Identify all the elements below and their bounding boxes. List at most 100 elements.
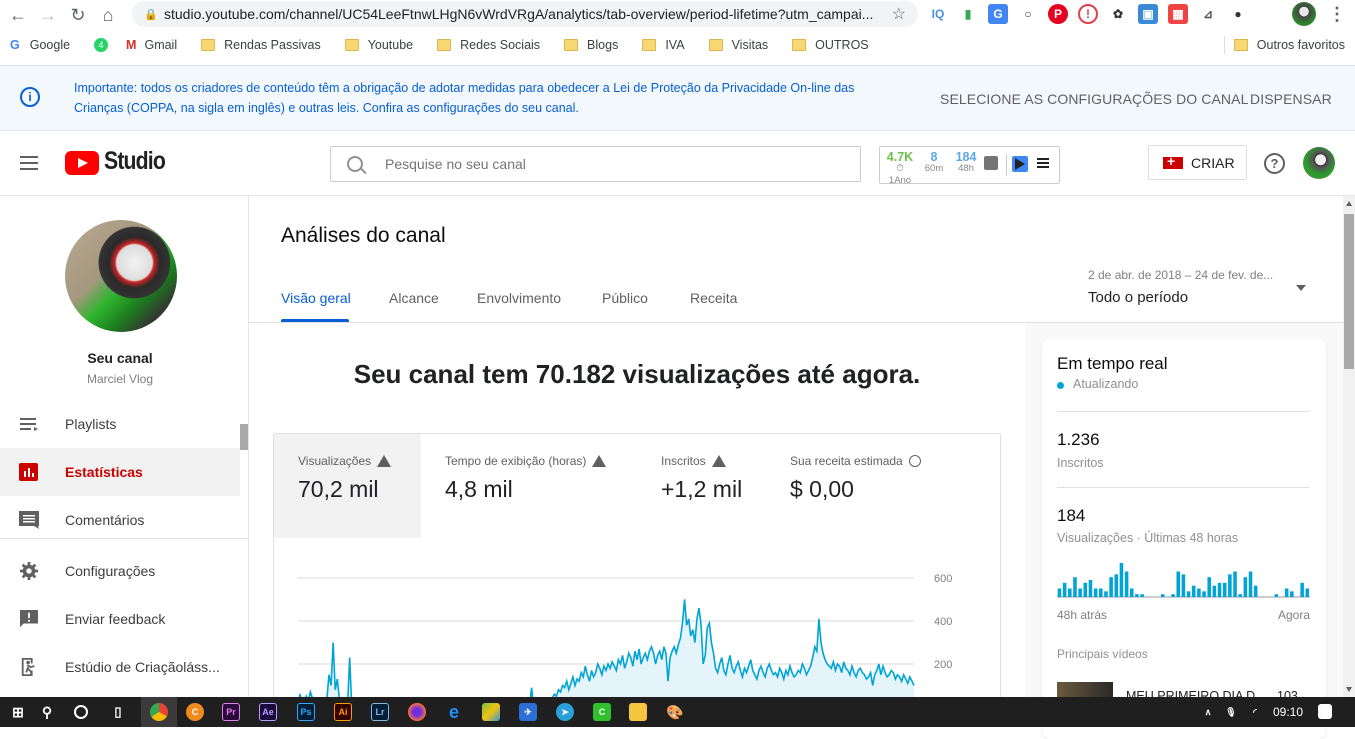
date-range-select[interactable]: Todo o período — [1088, 289, 1188, 306]
edge-icon[interactable]: e — [445, 702, 463, 722]
hourly-bar[interactable] — [1124, 571, 1129, 598]
bluestacks-icon[interactable] — [482, 703, 500, 721]
translate-icon[interactable]: G — [988, 4, 1008, 24]
chevron-up-icon[interactable]: ∧ — [1199, 703, 1217, 721]
alert-icon[interactable]: ! — [1078, 4, 1098, 24]
hourly-bar[interactable] — [1062, 582, 1067, 597]
metric-revenue[interactable]: Sua receita estimada $ 0,00 — [766, 434, 966, 538]
create-button[interactable]: CRIAR — [1148, 145, 1247, 180]
green-c-icon[interactable]: C — [593, 703, 611, 721]
notification-icon[interactable] — [1318, 704, 1332, 719]
pinterest-icon[interactable]: P — [1048, 4, 1068, 24]
tab-overview[interactable]: Visão geral — [281, 290, 351, 306]
metric-watch-time[interactable]: Tempo de exibição (horas) 4,8 mil — [421, 434, 637, 538]
vidiq-play-icon[interactable] — [1012, 156, 1028, 172]
telegram-icon[interactable]: ➤ — [556, 703, 574, 721]
hourly-bar[interactable] — [1181, 574, 1186, 597]
menu-icon[interactable] — [20, 156, 38, 170]
hourly-bar[interactable] — [1300, 582, 1304, 597]
tab-revenue[interactable]: Receita — [690, 290, 737, 306]
sidebar-item-settings[interactable]: Configurações — [0, 547, 240, 595]
hourly-bar[interactable] — [1238, 594, 1242, 597]
hourly-bar[interactable] — [1160, 594, 1165, 597]
hourly-bar[interactable] — [1119, 563, 1124, 597]
hourly-bar[interactable] — [1176, 571, 1181, 598]
bookmark-folder[interactable]: OUTROS — [792, 38, 869, 52]
paw-icon[interactable]: ✿ — [1108, 4, 1128, 24]
task-view-icon[interactable]: ▯ — [109, 703, 127, 721]
sidebar-scrollbar[interactable] — [240, 424, 248, 450]
hourly-bar[interactable] — [1207, 577, 1211, 597]
grid-icon[interactable]: ▦ — [1168, 4, 1188, 24]
sidebar-item-feedback[interactable]: Enviar feedback — [0, 595, 240, 643]
hourly-bar[interactable] — [1129, 588, 1134, 598]
help-icon[interactable]: ? — [1264, 153, 1285, 174]
forward-button[interactable]: → — [36, 3, 60, 27]
balls-icon[interactable]: ● — [1228, 4, 1248, 24]
bar-chart-icon[interactable] — [984, 156, 998, 170]
hourly-bar[interactable] — [1140, 594, 1144, 597]
hourly-bar[interactable] — [1197, 588, 1201, 598]
bookmark-folder[interactable]: Blogs — [564, 38, 618, 52]
hourly-bar[interactable] — [1114, 574, 1119, 597]
hourly-bar[interactable] — [1191, 585, 1196, 597]
bookmark-folder[interactable]: Rendas Passivas — [201, 38, 321, 52]
hourly-bar[interactable] — [1099, 588, 1103, 598]
bookmark-google[interactable]: G Google — [10, 38, 70, 52]
reload-button[interactable]: ↻ — [66, 3, 90, 27]
lightroom-icon[interactable]: Lr — [371, 703, 389, 721]
sidebar-item-analytics[interactable]: Estatísticas — [0, 448, 240, 496]
hourly-bar[interactable] — [1104, 591, 1108, 597]
scrollbar-thumb[interactable] — [1344, 214, 1354, 369]
firefox-icon[interactable] — [408, 703, 426, 721]
hourly-bar[interactable] — [1135, 594, 1139, 597]
bookmark-folder[interactable]: Visitas — [708, 38, 768, 52]
vidiq-icon[interactable]: IQ — [928, 4, 948, 24]
other-bookmarks[interactable]: Outros favoritos — [1233, 38, 1345, 52]
photoshop-icon[interactable]: Ps — [297, 703, 315, 721]
chrome-icon[interactable] — [150, 703, 168, 721]
chrome-profile-avatar[interactable] — [1292, 2, 1316, 26]
hourly-bar[interactable] — [1274, 594, 1279, 597]
hourly-bar[interactable] — [1243, 577, 1248, 597]
paint-icon[interactable]: 🎨 — [666, 703, 684, 721]
premiere-icon[interactable]: Pr — [222, 703, 240, 721]
clock-time[interactable]: 09:10 — [1273, 705, 1303, 719]
hourly-bar[interactable] — [1217, 582, 1222, 597]
sidebar-item-comments[interactable]: Comentários — [0, 496, 240, 544]
sidebar-item-playlists[interactable]: Playlists — [0, 400, 240, 448]
account-avatar[interactable] — [1303, 147, 1335, 179]
realtime-bar-chart[interactable] — [1057, 561, 1310, 599]
tab-engagement[interactable]: Envolvimento — [477, 290, 561, 306]
bookmark-folder[interactable]: Youtube — [344, 38, 413, 52]
metric-subscribers[interactable]: Inscritos +1,2 mil — [637, 434, 766, 538]
chrome-menu-icon[interactable]: ⋮ — [1328, 4, 1346, 25]
address-bar[interactable]: 🔒 studio.youtube.com/channel/UC54LeeFtnw… — [132, 1, 918, 27]
plane-app-icon[interactable]: ✈ — [519, 703, 537, 721]
hourly-bar[interactable] — [1202, 591, 1206, 597]
microphone-icon[interactable]: 🎙 — [1222, 703, 1240, 721]
bookmark-folder[interactable]: Redes Sociais — [437, 38, 540, 52]
hourly-bar[interactable] — [1073, 577, 1077, 597]
tab-audience[interactable]: Público — [602, 290, 648, 306]
hourly-bar[interactable] — [1212, 585, 1217, 597]
after-effects-icon[interactable]: Ae — [259, 703, 277, 721]
sidebar-item-classic-studio[interactable]: Estúdio de Criaçãoláss... — [0, 643, 240, 691]
hourly-bar[interactable] — [1222, 582, 1227, 597]
c-app-icon[interactable]: C — [186, 703, 204, 721]
page-scrollbar[interactable] — [1343, 196, 1355, 697]
hourly-bar[interactable] — [1284, 588, 1289, 598]
search-icon[interactable]: ⚲ — [38, 703, 56, 721]
explorer-icon[interactable] — [629, 703, 647, 721]
hourly-bar[interactable] — [1228, 574, 1232, 597]
hourly-bar[interactable] — [1290, 591, 1294, 597]
search-icon[interactable]: ○ — [1018, 4, 1038, 24]
hourly-bar[interactable] — [1171, 594, 1175, 597]
hourly-bar[interactable] — [1233, 571, 1237, 598]
scroll-down-icon[interactable] — [1346, 687, 1352, 692]
hourly-bar[interactable] — [1083, 582, 1088, 597]
wifi-icon[interactable]: ◜ — [1246, 703, 1264, 721]
tab-reach[interactable]: Alcance — [389, 290, 439, 306]
windows-start-icon[interactable]: ⊞ — [9, 703, 27, 721]
vidiq-widget[interactable]: 4.7K ⏱ 1Ano 8 60m 184 48h — [879, 146, 1060, 186]
